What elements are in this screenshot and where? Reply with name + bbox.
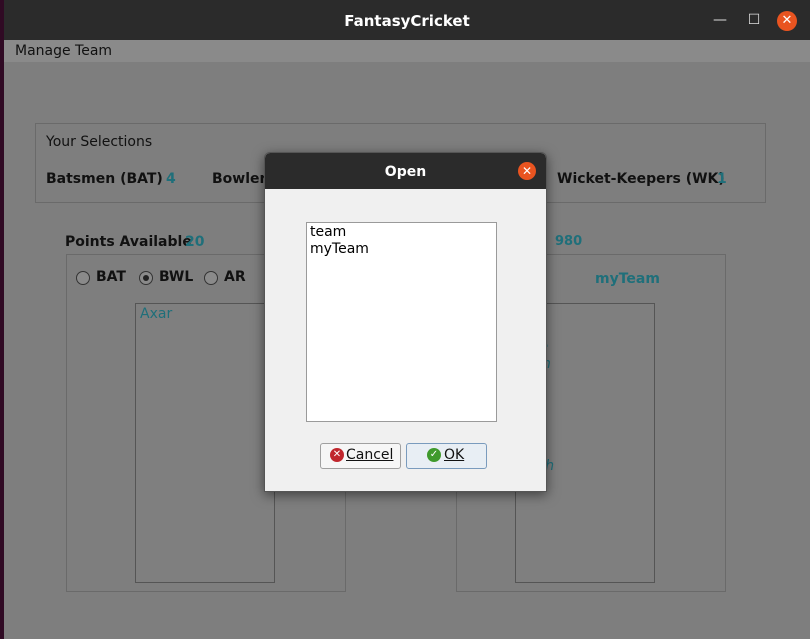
list-item[interactable]: team [310,224,346,240]
selections-title: Your Selections [46,134,153,150]
ok-button[interactable]: ✓ OK [406,443,487,469]
batsmen-count: 4 [166,171,176,187]
minimize-icon[interactable]: — [710,10,730,30]
cancel-icon: ✕ [330,448,344,462]
radio-bwl-icon[interactable] [139,271,153,285]
file-list[interactable]: team myTeam [306,222,497,422]
dialog-title-bar: Open ✕ [265,153,546,189]
ok-label: OK [444,447,465,463]
check-icon: ✓ [427,448,441,462]
radio-ar-label: AR [224,269,246,285]
cancel-button[interactable]: ✕ Cancel [320,443,401,469]
open-dialog: Open ✕ team myTeam ✕ Cancel ✓ OK [264,152,547,492]
title-bar: FantasyCricket — ☐ ✕ [4,0,810,40]
cancel-label: Cancel [346,447,394,463]
points-used-value: 980 [555,234,583,249]
wk-count: 1 [717,171,727,187]
wk-label: Wicket-Keepers (WK) [557,171,725,187]
maximize-icon[interactable]: ☐ [744,10,764,30]
radio-bwl-label: BWL [159,269,194,285]
menu-manage-team[interactable]: Manage Team [15,43,112,59]
points-available-value: 20 [185,234,205,250]
team-name: myTeam [595,271,660,287]
radio-bat-icon[interactable] [76,271,90,285]
list-item[interactable]: myTeam [310,241,369,257]
points-available-label: Points Available [65,234,192,250]
dialog-close-icon[interactable]: ✕ [518,162,536,180]
window-title: FantasyCricket [344,12,470,30]
menu-bar: Manage Team [4,40,810,62]
radio-bat-label: BAT [96,269,126,285]
radio-ar-icon[interactable] [204,271,218,285]
list-item[interactable]: Axar [140,306,172,322]
available-players-list[interactable]: Axar [135,303,275,583]
batsmen-label: Batsmen (BAT) [46,171,163,187]
dialog-title: Open [384,164,427,180]
close-icon[interactable]: ✕ [777,11,797,31]
